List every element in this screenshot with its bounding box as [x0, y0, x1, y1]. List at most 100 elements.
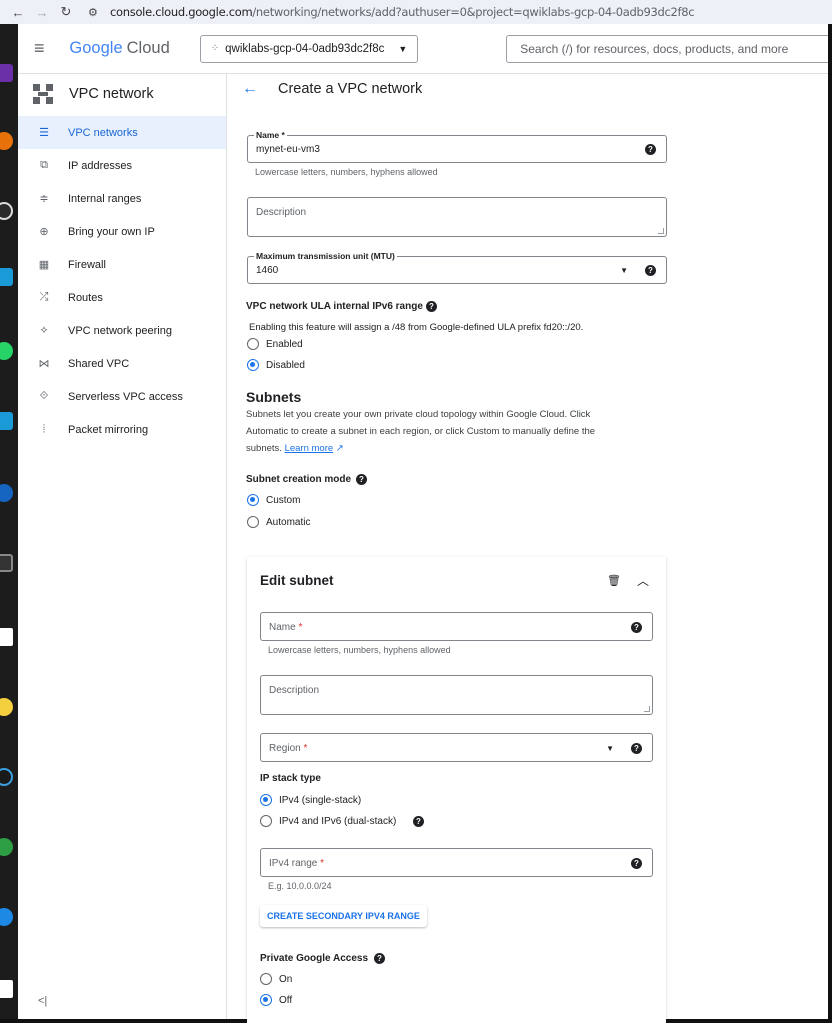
mode-automatic-radio[interactable]	[247, 516, 259, 528]
sidebar-item-vpc-network-peering[interactable]: ⟡ VPC network peering	[18, 314, 226, 347]
network-description-field[interactable]: Description	[247, 197, 667, 237]
app-icon[interactable]	[0, 412, 13, 430]
subnet-mode-label: Subnet creation mode	[246, 474, 352, 485]
ipv4-single-stack-radio[interactable]	[260, 794, 272, 806]
subnets-description-text: subnets.	[246, 443, 282, 454]
app-icon[interactable]	[0, 132, 13, 150]
required-marker: *	[295, 622, 303, 633]
menu-icon[interactable]: ≡	[34, 38, 55, 59]
edit-subnet-title: Edit subnet	[260, 573, 334, 588]
firewall-icon: ▦	[38, 259, 50, 271]
sidebar-item-label: IP addresses	[68, 159, 133, 172]
subnet-name-hint: Lowercase letters, numbers, hyphens allo…	[268, 645, 451, 655]
mode-custom-label: Custom	[266, 495, 301, 506]
sidebar-item-label: Shared VPC	[68, 357, 130, 370]
mode-custom-radio[interactable]	[247, 494, 259, 506]
sidebar-item-vpc-networks[interactable]: ☰ VPC networks	[18, 116, 226, 149]
app-icon[interactable]	[0, 628, 13, 646]
dropdown-arrow-icon: ▼	[620, 266, 628, 275]
help-icon[interactable]: ?	[426, 301, 437, 312]
region-select[interactable]: Region * ▼ ?	[260, 733, 653, 762]
mtu-select[interactable]: Maximum transmission unit (MTU) 1460 ▼ ?	[247, 251, 667, 284]
sidebar-item-packet-mirroring[interactable]: ⦙ Packet mirroring	[18, 413, 226, 446]
ula-disabled-radio[interactable]	[247, 359, 259, 371]
reload-icon[interactable]: ↻	[54, 4, 78, 20]
external-link-icon: ↗	[335, 443, 344, 454]
chevron-up-icon[interactable]: ︿	[637, 572, 649, 589]
private-access-on-label: On	[279, 974, 293, 985]
url-host: console.cloud.google.com	[110, 5, 253, 19]
back-icon[interactable]: ←	[6, 5, 30, 20]
ula-disabled-label: Disabled	[266, 360, 305, 371]
ipv4-range-hint: E.g. 10.0.0.0/24	[268, 881, 332, 891]
sidebar-header: VPC network	[18, 74, 226, 114]
help-icon[interactable]: ?	[356, 474, 367, 485]
delete-icon[interactable]: 🗑	[607, 574, 621, 587]
page-title: Create a VPC network	[278, 81, 423, 97]
search-input[interactable]: Search (/) for resources, docs, products…	[506, 34, 828, 63]
app-icon[interactable]	[0, 484, 13, 502]
app-icon[interactable]	[0, 64, 13, 82]
app-icon[interactable]	[0, 768, 13, 786]
app-icon[interactable]	[0, 554, 13, 572]
create-secondary-range-button[interactable]: CREATE SECONDARY IPV4 RANGE	[260, 905, 427, 927]
learn-more-link[interactable]: Learn more	[285, 443, 334, 454]
help-icon[interactable]: ?	[631, 858, 642, 869]
google-cloud-logo[interactable]: Google Cloud	[69, 39, 169, 58]
app-icon[interactable]	[0, 342, 13, 360]
ipv4-range-placeholder-text: IPv4 range	[269, 858, 318, 869]
back-arrow-icon[interactable]: ←	[242, 80, 258, 98]
help-icon[interactable]: ?	[645, 144, 656, 155]
resize-handle-icon[interactable]	[658, 228, 664, 234]
sidebar-item-label: Firewall	[68, 258, 106, 271]
app-icon[interactable]	[0, 268, 13, 286]
app-icon[interactable]	[0, 980, 13, 998]
network-name-label-text: Name	[256, 130, 280, 140]
app-icon[interactable]	[0, 698, 13, 716]
help-icon[interactable]: ?	[413, 816, 424, 827]
app-icon[interactable]	[0, 908, 13, 926]
subnet-description-field[interactable]: Description	[260, 675, 653, 715]
project-picker[interactable]: ⁘ qwiklabs-gcp-04-0adb93dc2f8c ▼	[199, 34, 419, 63]
sidebar-item-routes[interactable]: ⤮ Routes	[18, 281, 226, 314]
dropdown-arrow-icon: ▼	[606, 744, 614, 753]
app-icon[interactable]	[0, 202, 13, 220]
logo-google: Google	[69, 39, 123, 57]
collapse-sidebar-icon[interactable]: <|	[38, 995, 47, 1007]
ula-enabled-radio[interactable]	[247, 338, 259, 350]
private-access-off-radio[interactable]	[260, 994, 272, 1006]
help-icon[interactable]: ?	[645, 265, 656, 276]
vpc-networks-icon: ☰	[39, 127, 49, 139]
routes-icon: ⤮	[39, 291, 49, 303]
help-icon[interactable]: ?	[631, 743, 642, 754]
sidebar-item-label: Routes	[68, 291, 103, 304]
sidebar-item-internal-ranges[interactable]: ≑ Internal ranges	[18, 182, 226, 215]
sidebar-item-serverless-vpc-access[interactable]: ⟐ Serverless VPC access	[18, 380, 226, 413]
sidebar-item-firewall[interactable]: ▦ Firewall	[18, 248, 226, 281]
sidebar-item-ip-addresses[interactable]: ⧉ IP addresses	[18, 149, 226, 182]
window-edge	[828, 24, 832, 1023]
help-icon[interactable]: ?	[374, 953, 385, 964]
app-icon[interactable]	[0, 838, 13, 856]
private-access-on-radio[interactable]	[260, 973, 272, 985]
subnet-name-field[interactable]: Name * ?	[260, 612, 653, 641]
ula-label: VPC network ULA internal IPv6 range	[246, 301, 423, 312]
region-placeholder-text: Region	[269, 743, 301, 754]
search-placeholder: Search (/) for resources, docs, products…	[520, 41, 789, 56]
site-info-icon[interactable]: ⚙	[88, 6, 102, 19]
sidebar-item-shared-vpc[interactable]: ⋈ Shared VPC	[18, 347, 226, 380]
sidebar-item-label: Packet mirroring	[68, 423, 149, 436]
ipv4-range-field[interactable]: IPv4 range * ?	[260, 848, 653, 877]
forward-icon[interactable]: →	[30, 5, 54, 20]
subnets-heading: Subnets	[246, 389, 302, 405]
subnet-name-placeholder-text: Name	[269, 622, 296, 633]
help-icon[interactable]: ?	[631, 622, 642, 633]
resize-handle-icon[interactable]	[644, 706, 650, 712]
network-name-field[interactable]: Name * mynet-eu-vm3 ?	[247, 130, 667, 163]
address-bar[interactable]: console.cloud.google.com/networking/netw…	[110, 5, 695, 19]
sidebar-item-bring-your-own-ip[interactable]: ⊕ Bring your own IP	[18, 215, 226, 248]
ipv4-single-stack-label: IPv4 (single-stack)	[279, 795, 362, 806]
create-secondary-range-label: CREATE SECONDARY IPV4 RANGE	[267, 911, 420, 921]
required-marker: *	[317, 858, 325, 869]
ipv4-dual-stack-radio[interactable]	[260, 815, 272, 827]
